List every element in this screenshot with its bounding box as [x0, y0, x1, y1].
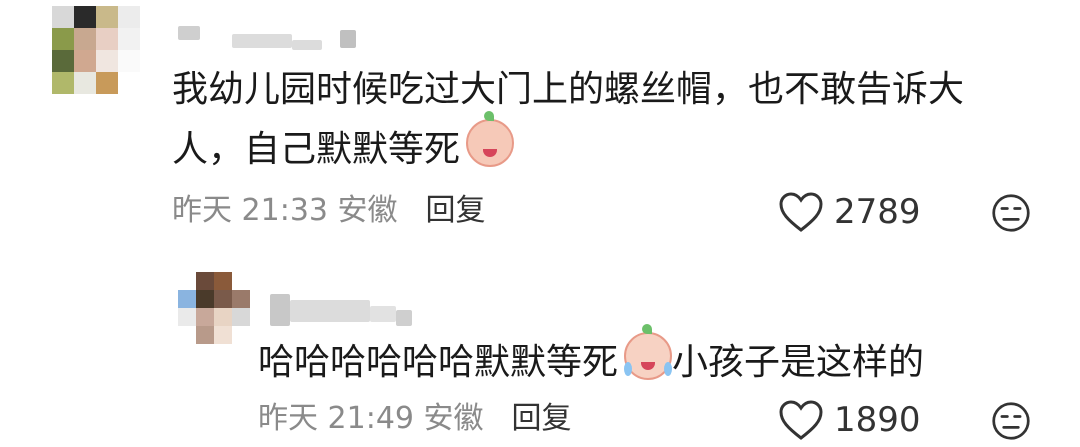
reply-button[interactable]: 回复	[512, 401, 572, 436]
timestamp-location: 昨天 21:33 安徽	[172, 193, 398, 228]
like-button[interactable]: 1890	[778, 398, 921, 442]
comment-text: 人，自己默默等死	[172, 129, 461, 170]
reply-button[interactable]: 回复	[426, 193, 486, 228]
like-count: 2789	[834, 192, 921, 232]
like-count: 1890	[834, 400, 921, 440]
comment-text-line1: 我幼儿园时候吃过大门上的螺丝帽，也不敢告诉大	[172, 69, 965, 110]
like-button[interactable]: 2789	[778, 190, 921, 234]
dislike-face-icon[interactable]	[991, 193, 1031, 233]
comment-text-line2: 人，自己默默等死	[172, 111, 515, 179]
comment-meta: 昨天 21:49 安徽 回复	[258, 399, 572, 439]
timestamp-location: 昨天 21:49 安徽	[258, 401, 484, 436]
comment-text-line: 哈哈哈哈哈哈默默等死 小孩子是这样的	[258, 324, 925, 392]
crying-laughing-peach-face-icon	[624, 324, 673, 380]
heart-icon	[779, 192, 823, 232]
heart-icon	[779, 400, 823, 440]
avatar[interactable]	[178, 272, 250, 344]
comment-text-after: 小孩子是这样的	[672, 342, 925, 383]
avatar[interactable]	[52, 6, 140, 94]
blushing-peach-face-icon	[466, 111, 515, 167]
dislike-face-icon[interactable]	[991, 401, 1031, 441]
comment-meta: 昨天 21:33 安徽 回复	[172, 191, 486, 231]
comment-text: 哈哈哈哈哈哈默默等死	[258, 342, 619, 383]
